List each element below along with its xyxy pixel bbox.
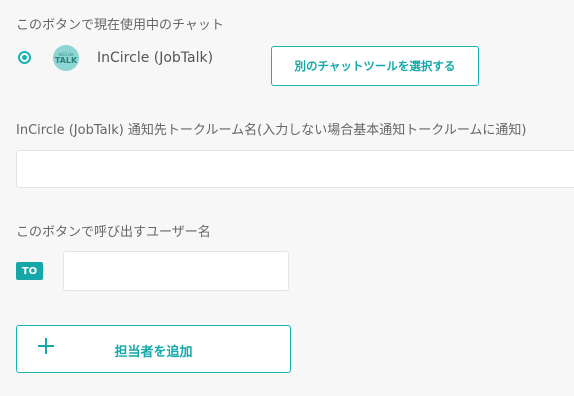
add-assignee-label: 担当者を追加: [114, 344, 193, 359]
select-other-chat-tool-button[interactable]: 別のチャットツールを選択する: [271, 46, 479, 86]
mention-user-input[interactable]: [63, 251, 289, 291]
destination-room-input[interactable]: [16, 150, 574, 188]
current-chat-label: このボタンで現在使用中のチャット: [16, 18, 224, 33]
current-chat-app-name: InCircle (JobTalk): [97, 50, 214, 66]
chat-tool-radio[interactable]: [18, 51, 31, 64]
app-icon-big-text: TALK: [54, 55, 78, 65]
add-assignee-button[interactable]: 担当者を追加: [16, 325, 291, 373]
incircle-talk-icon: InCircle TALK: [53, 45, 79, 71]
destination-room-label: InCircle (JobTalk) 通知先トークルーム名(入力しない場合基本通…: [16, 123, 527, 138]
mention-user-label: このボタンで呼び出すユーザー名: [16, 225, 211, 240]
to-badge: TO: [16, 262, 43, 280]
